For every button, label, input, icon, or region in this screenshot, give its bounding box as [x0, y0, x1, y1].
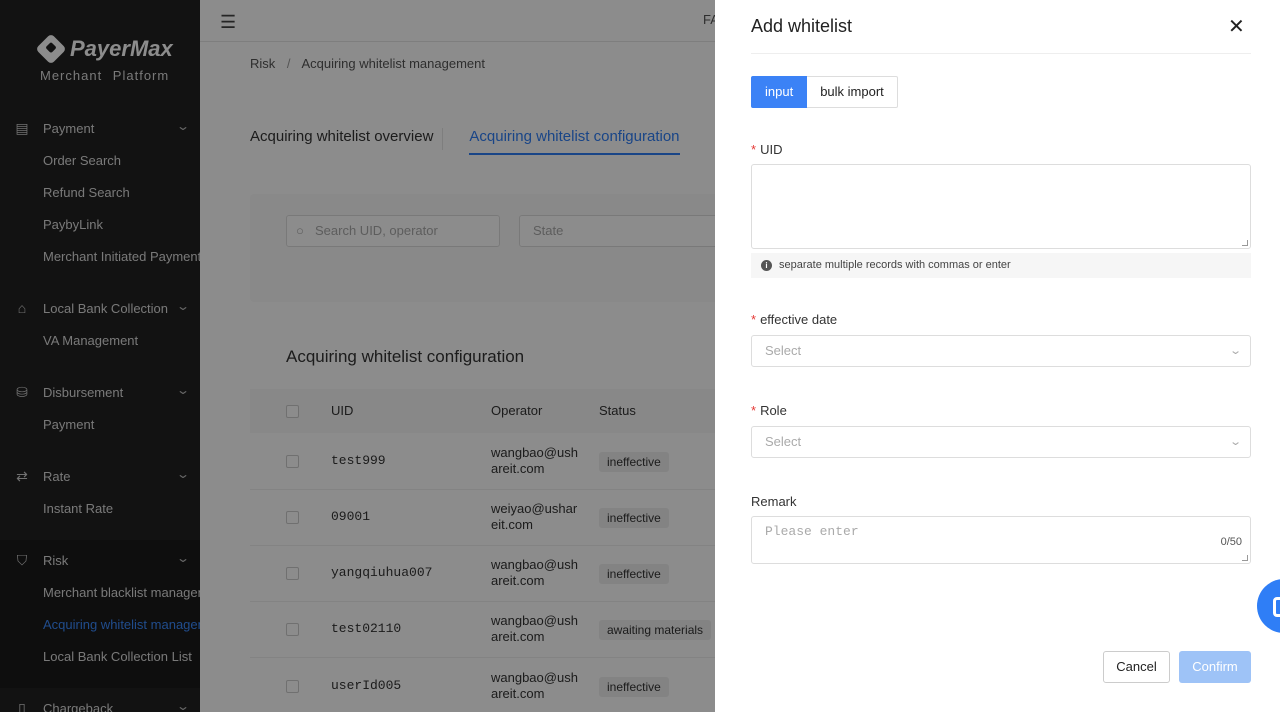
remark-char-count: 0/50 — [1220, 536, 1242, 548]
cancel-button[interactable]: Cancel — [1103, 651, 1170, 683]
resize-handle-icon[interactable] — [1242, 240, 1248, 246]
required-mark: * — [751, 142, 757, 157]
chevron-down-icon: ⌄ — [1228, 345, 1242, 357]
uid-textarea[interactable] — [751, 164, 1251, 249]
role-placeholder: Select — [765, 434, 802, 449]
uid-hint-text: separate multiple records with commas or… — [779, 259, 1011, 271]
input-mode-button[interactable]: input — [751, 76, 808, 108]
bulk-import-button[interactable]: bulk import — [807, 76, 898, 108]
info-icon: i — [761, 260, 772, 271]
close-icon[interactable]: ✕ — [1228, 14, 1245, 39]
remark-label: Remark — [751, 494, 797, 509]
confirm-button[interactable]: Confirm — [1179, 651, 1251, 683]
resize-handle-icon[interactable] — [1242, 555, 1248, 561]
uid-label-text: UID — [760, 142, 783, 157]
uid-hint: i separate multiple records with commas … — [751, 253, 1251, 278]
drawer-title: Add whitelist — [751, 16, 853, 36]
role-label: * Role — [751, 403, 787, 418]
role-label-text: Role — [760, 403, 787, 418]
effective-date-label: * effective date — [751, 312, 837, 327]
input-mode-switch: input bulk import — [751, 76, 898, 108]
required-mark: * — [751, 312, 757, 327]
effective-date-label-text: effective date — [760, 312, 838, 327]
remark-placeholder: Please enter — [765, 524, 859, 539]
chevron-down-icon: ⌄ — [1228, 436, 1242, 448]
effective-date-select[interactable]: Select ⌄ — [751, 335, 1251, 367]
effective-date-placeholder: Select — [765, 343, 802, 358]
required-mark: * — [751, 403, 757, 418]
uid-label: * UID — [751, 142, 782, 157]
add-whitelist-drawer: Add whitelist ✕ input bulk import * UID i… — [715, 0, 1280, 712]
remark-textarea[interactable]: Please enter 0/50 — [751, 516, 1251, 564]
role-select[interactable]: Select ⌄ — [751, 426, 1251, 458]
drawer-divider — [751, 53, 1251, 54]
